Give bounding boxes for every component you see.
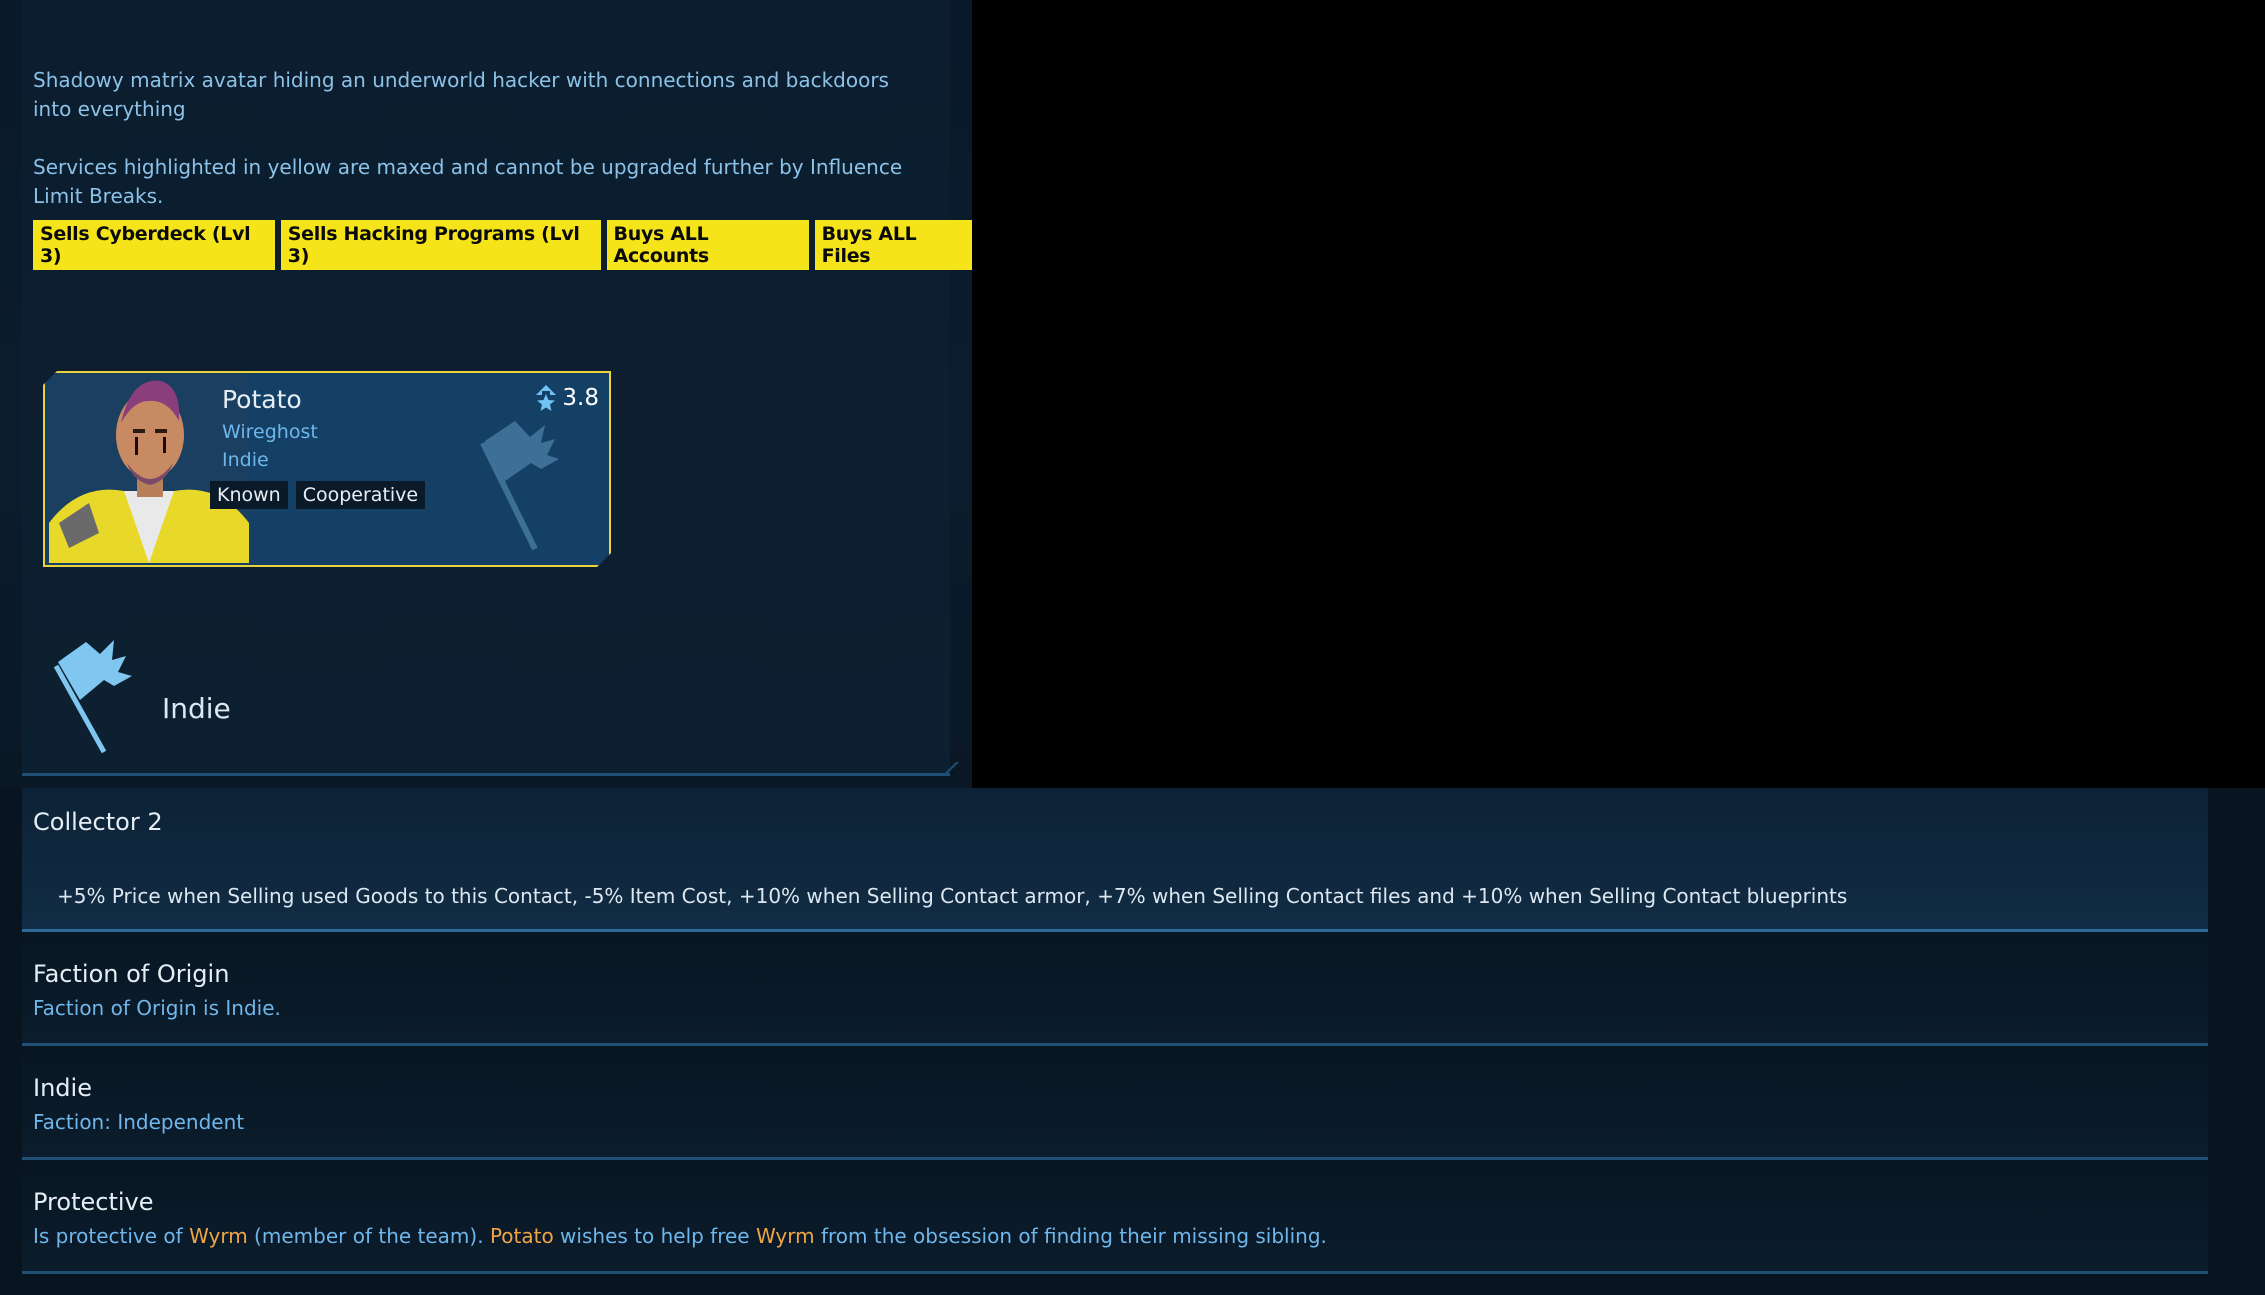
teammate-name: Wyrm bbox=[755, 1224, 815, 1248]
service-tag: Sells Cyberdeck (Lvl 3) bbox=[33, 220, 275, 270]
trait-faction-of-origin[interactable]: Faction of Origin Faction of Origin is I… bbox=[22, 932, 2208, 1046]
contact-status-tags: Known Cooperative bbox=[210, 481, 425, 509]
contact-name: Potato bbox=[222, 385, 302, 414]
service-tag: Buys ALL Accounts bbox=[606, 220, 809, 270]
contact-role: Wireghost bbox=[222, 421, 318, 443]
text-part: Is protective of bbox=[33, 1224, 190, 1248]
trait-collector[interactable]: Collector 2 +5% Price when Selling used … bbox=[22, 788, 2208, 932]
trait-text: Faction of Origin is Indie. bbox=[33, 996, 281, 1020]
text-part: from the obsession of finding their miss… bbox=[814, 1224, 1327, 1248]
contact-faction: Indie bbox=[222, 449, 269, 471]
trait-protective[interactable]: Protective Is protective of Wyrm (member… bbox=[22, 1160, 2208, 1274]
contact-rating: 3.8 bbox=[534, 385, 599, 411]
status-tag-cooperative: Cooperative bbox=[296, 481, 425, 509]
rating-value: 3.8 bbox=[562, 385, 599, 411]
contact-name-highlight: Potato bbox=[489, 1224, 554, 1248]
service-tags: Sells Cyberdeck (Lvl 3) Sells Hacking Pr… bbox=[33, 220, 973, 270]
trait-title: Collector 2 bbox=[33, 808, 163, 836]
faction-flag-watermark-icon bbox=[475, 413, 585, 553]
contact-card[interactable]: Potato Wireghost Indie 3.8 Known Coopera… bbox=[43, 371, 611, 567]
status-tag-known: Known bbox=[210, 481, 288, 509]
faction-flag-icon bbox=[53, 640, 132, 754]
trait-title: Protective bbox=[33, 1188, 154, 1216]
contact-detail-panel: Shadowy matrix avatar hiding an underwor… bbox=[0, 0, 973, 788]
trait-text: Is protective of Wyrm (member of the tea… bbox=[33, 1224, 1327, 1248]
services-note: Services highlighted in yellow are maxed… bbox=[33, 155, 903, 208]
trait-bonus-text: +5% Price when Selling used Goods to thi… bbox=[57, 884, 1848, 908]
trait-text: Faction: Independent bbox=[33, 1110, 245, 1134]
trait-title: Indie bbox=[33, 1074, 92, 1102]
faction-name: Indie bbox=[162, 692, 231, 725]
rating-star-icon bbox=[534, 385, 558, 411]
text-part: wishes to help free bbox=[553, 1224, 756, 1248]
trait-indie[interactable]: Indie Faction: Independent bbox=[22, 1046, 2208, 1160]
service-tag: Buys ALL Files bbox=[814, 220, 973, 270]
trait-title: Faction of Origin bbox=[33, 960, 230, 988]
teammate-name: Wyrm bbox=[189, 1224, 248, 1248]
text-part: (member of the team). bbox=[247, 1224, 490, 1248]
service-tag: Sells Hacking Programs (Lvl 3) bbox=[280, 220, 601, 270]
contact-portrait bbox=[49, 373, 249, 563]
contact-description: Shadowy matrix avatar hiding an underwor… bbox=[33, 68, 889, 121]
